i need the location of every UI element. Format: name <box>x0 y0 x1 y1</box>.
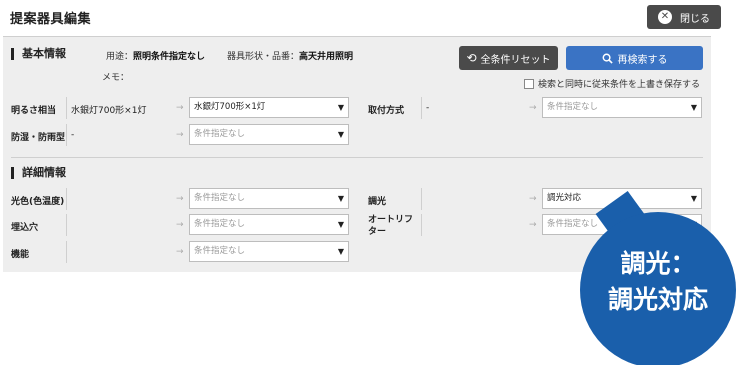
arrow-icon: → <box>529 220 537 230</box>
moisture-label: 防湿・防雨型 <box>11 133 66 143</box>
shape-value: 高天井用照明 <box>299 52 354 62</box>
chevron-down-icon: ▼ <box>690 194 697 203</box>
light-color-select[interactable]: 条件指定なし ▼ <box>189 188 349 209</box>
chevron-down-icon: ▼ <box>337 247 344 256</box>
chevron-down-icon: ▼ <box>337 220 344 229</box>
arrow-icon: → <box>176 247 184 257</box>
light-color-label: 光色(色温度) <box>11 197 65 207</box>
usage-value: 照明条件指定なし <box>133 52 206 62</box>
auto-lifter-label: オートリフター <box>368 215 414 237</box>
divider <box>66 188 67 210</box>
arrow-icon: → <box>529 103 537 113</box>
divider <box>421 188 422 210</box>
close-button[interactable]: ✕ 閉じる <box>647 5 721 29</box>
callout-bubble: 調光： 調光対応 <box>580 212 736 365</box>
shape-label: 器具形状・品番： <box>227 52 300 62</box>
moisture-current: - <box>71 130 75 140</box>
research-label: 再検索する <box>617 54 668 66</box>
detail-info-title: 詳細情報 <box>11 167 66 179</box>
page-title: 提案器具編集 <box>10 12 92 27</box>
save-condition-label: 検索と同時に従来条件を上書き保存する <box>538 80 701 90</box>
divider <box>66 97 67 119</box>
mounting-current: - <box>426 103 430 113</box>
chevron-down-icon: ▼ <box>337 103 344 112</box>
research-button[interactable]: 再検索する <box>566 46 703 70</box>
arrow-icon: → <box>176 103 184 113</box>
auto-lifter-select-value: 条件指定なし <box>547 219 599 229</box>
reset-icon: ⟲ <box>466 51 477 65</box>
reset-all-label: 全条件リセット <box>480 54 551 66</box>
mounting-select-value: 条件指定なし <box>547 102 599 112</box>
section-divider <box>11 157 703 158</box>
arrow-icon: → <box>176 130 184 140</box>
function-label: 機能 <box>11 250 30 260</box>
arrow-icon: → <box>529 194 537 204</box>
save-condition-option: 検索と同時に従来条件を上書き保存する <box>524 77 700 90</box>
arrow-icon: → <box>176 194 184 204</box>
callout-line-2: 調光対応 <box>607 285 708 314</box>
moisture-select-value: 条件指定なし <box>194 129 246 139</box>
brightness-current: 水銀灯700形×1灯 <box>71 106 147 116</box>
callout-line-1: 調光： <box>620 249 696 278</box>
shape-meta: 器具形状・品番：高天井用照明 <box>227 49 353 62</box>
moisture-select[interactable]: 条件指定なし ▼ <box>189 124 349 145</box>
dimming-label: 調光 <box>368 197 387 207</box>
recessed-hole-select[interactable]: 条件指定なし ▼ <box>189 214 349 235</box>
recessed-hole-select-value: 条件指定なし <box>194 219 246 229</box>
mounting-select[interactable]: 条件指定なし ▼ <box>542 97 702 118</box>
page-header: 提案器具編集 ✕ 閉じる <box>0 0 750 36</box>
divider <box>66 241 67 263</box>
chevron-down-icon: ▼ <box>337 130 344 139</box>
reset-all-button[interactable]: ⟲ 全条件リセット <box>459 46 558 70</box>
divider <box>66 124 67 146</box>
divider <box>421 214 422 236</box>
function-select-value: 条件指定なし <box>194 246 246 256</box>
recessed-hole-label: 埋込穴 <box>11 223 39 233</box>
divider <box>421 97 422 119</box>
arrow-icon: → <box>176 220 184 230</box>
mounting-label: 取付方式 <box>368 106 405 116</box>
close-icon: ✕ <box>658 10 672 24</box>
brightness-label: 明るさ相当 <box>11 106 57 116</box>
search-icon <box>602 53 613 64</box>
dimming-select-value: 調光対応 <box>547 193 582 203</box>
chevron-down-icon: ▼ <box>690 103 697 112</box>
chevron-down-icon: ▼ <box>337 194 344 203</box>
memo-label: メモ： <box>102 73 130 83</box>
function-select[interactable]: 条件指定なし ▼ <box>189 241 349 262</box>
save-condition-checkbox[interactable] <box>524 78 534 89</box>
usage-label: 用途： <box>106 52 134 62</box>
basic-info-title: 基本情報 <box>11 48 66 60</box>
brightness-select-value: 水銀灯700形×1灯 <box>194 102 266 112</box>
brightness-select[interactable]: 水銀灯700形×1灯 ▼ <box>189 97 349 118</box>
light-color-select-value: 条件指定なし <box>194 193 246 203</box>
usage-meta: 用途：照明条件指定なし <box>106 49 205 62</box>
close-button-label: 閉じる <box>680 13 710 25</box>
divider <box>66 214 67 236</box>
